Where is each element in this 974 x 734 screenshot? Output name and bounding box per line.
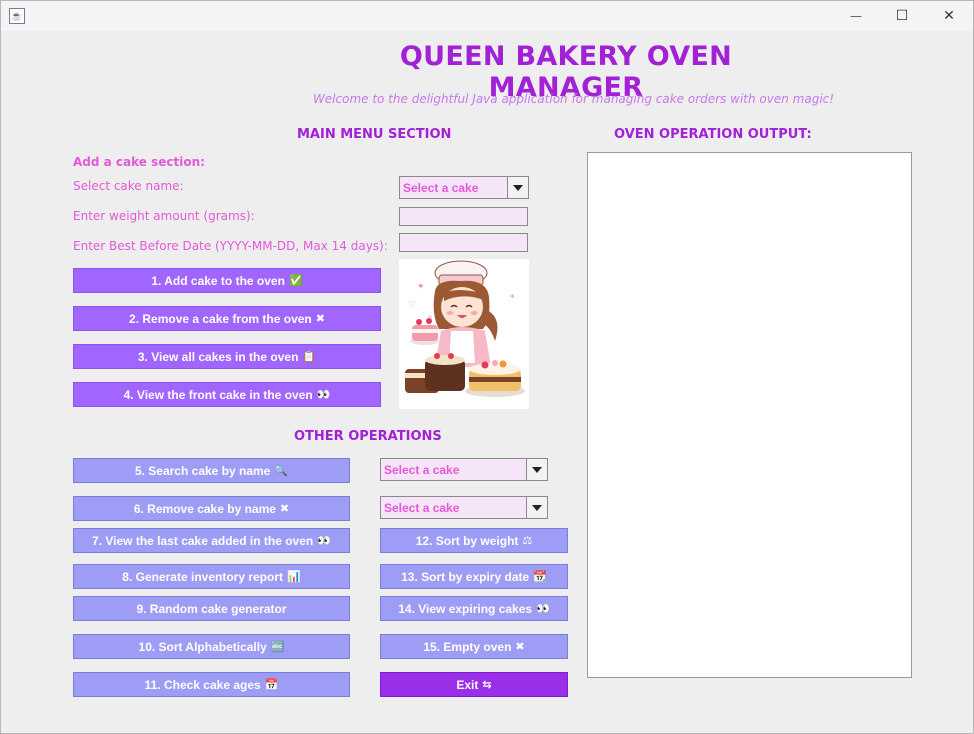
sort-by-expiry-button[interactable]: 13. Sort by expiry date 📆 xyxy=(380,564,568,589)
view-all-cakes-button[interactable]: 3. View all cakes in the oven 📋 xyxy=(73,344,381,369)
random-cake-button[interactable]: 9. Random cake generator xyxy=(73,596,350,621)
view-expiring-cakes-button-label: 14. View expiring cakes xyxy=(398,601,533,616)
sort-by-weight-button-label: 12. Sort by weight xyxy=(415,533,519,548)
close-button[interactable]: ✕ xyxy=(926,1,972,31)
svg-text:♡: ♡ xyxy=(409,300,416,309)
remove-cake-button-label: 2. Remove a cake from the oven xyxy=(129,311,312,326)
inventory-report-button-label: 8. Generate inventory report xyxy=(122,569,283,584)
add-cake-button[interactable]: 1. Add cake to the oven ✅ xyxy=(73,268,381,293)
svg-text:✦: ✦ xyxy=(417,282,425,292)
baker-illustration: ✦ ♡ + ✦ xyxy=(399,259,529,409)
view-expiring-cakes-button[interactable]: 14. View expiring cakes 👀 xyxy=(380,596,568,621)
chart-icon: 📊 xyxy=(287,570,301,583)
cross-icon: ✖ xyxy=(515,640,525,653)
search-cake-button-label: 5. Search cake by name xyxy=(134,463,271,478)
cake-name-select-value: Select a cake xyxy=(403,181,479,195)
sort-by-weight-button[interactable]: 12. Sort by weight ⚖ xyxy=(380,528,568,553)
exit-button[interactable]: Exit ⇆ xyxy=(380,672,568,697)
cross-icon: ✖ xyxy=(315,312,325,325)
main-menu-heading: MAIN MENU SECTION xyxy=(297,127,452,142)
cross-icon: ✖ xyxy=(279,502,290,515)
minimize-button[interactable]: — xyxy=(833,1,879,31)
other-operations-heading: OTHER OPERATIONS xyxy=(294,429,442,444)
search-cake-select[interactable]: Select a cake xyxy=(380,458,548,481)
svg-text:✦: ✦ xyxy=(509,292,516,301)
abc-icon: 🔤 xyxy=(270,640,285,653)
cake-name-select[interactable]: Select a cake xyxy=(399,176,529,199)
add-cake-button-label: 1. Add cake to the oven xyxy=(151,273,285,288)
output-heading: OVEN OPERATION OUTPUT: xyxy=(614,127,812,142)
scale-icon: ⚖ xyxy=(522,534,533,547)
eyes-icon: 👀 xyxy=(317,534,331,547)
remove-cake-select-value: Select a cake xyxy=(384,501,460,515)
chevron-down-icon[interactable] xyxy=(526,459,547,480)
sort-alphabetically-button-label: 10. Sort Alphabetically xyxy=(138,639,267,654)
view-last-cake-button-label: 7. View the last cake added in the oven xyxy=(92,533,314,548)
best-before-input[interactable] xyxy=(399,233,528,252)
search-cake-button[interactable]: 5. Search cake by name 🔍 xyxy=(73,458,350,483)
check-icon: ✅ xyxy=(288,274,303,287)
close-icon: ✕ xyxy=(943,8,955,24)
remove-cake-button[interactable]: 2. Remove a cake from the oven ✖ xyxy=(73,306,381,331)
view-all-cakes-button-label: 3. View all cakes in the oven xyxy=(137,349,299,364)
view-last-cake-button[interactable]: 7. View the last cake added in the oven 👀 xyxy=(73,528,350,553)
title-bar[interactable]: ☕ — ☐ ✕ xyxy=(1,1,973,31)
weight-input[interactable] xyxy=(399,207,528,226)
cake-name-label: Select cake name: xyxy=(73,179,184,193)
remove-cake-by-name-button-label: 6. Remove cake by name xyxy=(133,501,276,516)
welcome-text: Welcome to the delightful Java applicati… xyxy=(312,92,835,106)
clipboard-icon: 📋 xyxy=(302,350,317,363)
chevron-down-icon[interactable] xyxy=(526,497,547,518)
chevron-down-icon[interactable] xyxy=(507,177,528,198)
view-front-cake-button-label: 4. View the front cake in the oven xyxy=(123,387,313,402)
sort-alphabetically-button[interactable]: 10. Sort Alphabetically 🔤 xyxy=(73,634,350,659)
empty-oven-button-label: 15. Empty oven xyxy=(423,639,512,654)
remove-cake-select[interactable]: Select a cake xyxy=(380,496,548,519)
search-icon: 🔍 xyxy=(274,464,289,477)
sort-by-expiry-button-label: 13. Sort by expiry date xyxy=(401,569,530,584)
java-app-icon: ☕ xyxy=(9,8,25,24)
calendar-icon: 📆 xyxy=(533,570,547,583)
calendar-icon: 📅 xyxy=(264,678,279,691)
app-window: ☕ — ☐ ✕ QUEEN BAKERY OVEN MANAGER Welcom… xyxy=(0,0,974,734)
eyes-icon: 👀 xyxy=(316,388,331,401)
add-cake-section-label: Add a cake section: xyxy=(73,155,205,169)
view-front-cake-button[interactable]: 4. View the front cake in the oven 👀 xyxy=(73,382,381,407)
empty-oven-button[interactable]: 15. Empty oven ✖ xyxy=(380,634,568,659)
exit-button-label: Exit xyxy=(456,677,479,692)
maximize-icon: ☐ xyxy=(895,8,909,24)
best-before-label: Enter Best Before Date (YYYY-MM-DD, Max … xyxy=(73,239,388,253)
weight-label: Enter weight amount (grams): xyxy=(73,209,255,223)
random-cake-button-label: 9. Random cake generator xyxy=(136,601,287,616)
maximize-button[interactable]: ☐ xyxy=(879,1,925,31)
remove-cake-by-name-button[interactable]: 6. Remove cake by name ✖ xyxy=(73,496,350,521)
oven-output-area[interactable] xyxy=(587,152,912,678)
inventory-report-button[interactable]: 8. Generate inventory report 📊 xyxy=(73,564,350,589)
exit-icon: ⇆ xyxy=(482,678,492,691)
search-cake-select-value: Select a cake xyxy=(384,463,460,477)
check-cake-ages-button-label: 11. Check cake ages xyxy=(144,677,261,692)
eyes-icon: 👀 xyxy=(536,602,550,615)
minimize-icon: — xyxy=(850,9,862,23)
check-cake-ages-button[interactable]: 11. Check cake ages 📅 xyxy=(73,672,350,697)
